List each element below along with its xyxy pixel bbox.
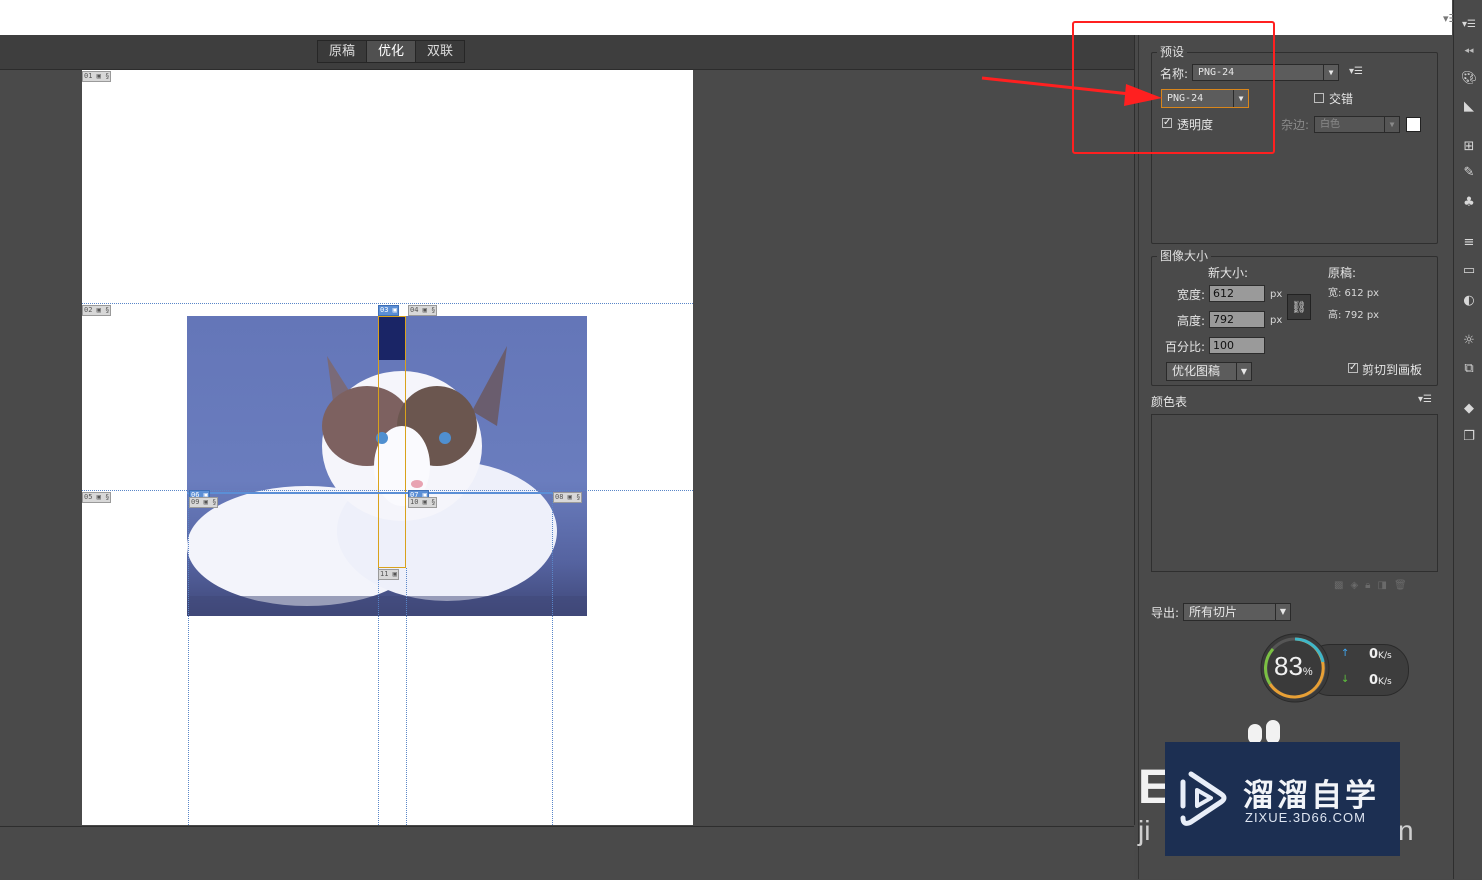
layers-icon[interactable]: ◆ (1461, 402, 1477, 416)
color-table-title: 颜色表 (1151, 395, 1188, 409)
quality-dropdown[interactable]: 优化图稿 ▼ (1166, 362, 1252, 381)
original-height: 高: 792 px (1328, 310, 1380, 321)
link-icon[interactable]: ⛓ (1287, 294, 1311, 320)
slice-tag-02[interactable]: 02 ▣ § (82, 305, 112, 316)
matte-color-swatch[interactable] (1406, 117, 1421, 132)
watermark: 溜溜自学 ZIXUE.3D66.COM (1165, 742, 1400, 856)
chevron-down-icon: ▼ (1323, 65, 1338, 80)
width-input[interactable]: 612 (1209, 285, 1265, 302)
status-bar (0, 826, 1134, 880)
slice-guide-h3 (187, 492, 553, 494)
slice-tag-11[interactable]: 11 ▣ (378, 569, 399, 580)
color-table-menu-icon[interactable]: ▾☰ (1418, 394, 1432, 405)
chevron-down-icon: ▼ (1384, 117, 1399, 132)
matte-dropdown[interactable]: 白色 ▼ (1314, 116, 1400, 133)
percent-input[interactable]: 100 (1209, 337, 1265, 354)
gradient-icon[interactable]: ▭ (1461, 264, 1477, 278)
network-speed-widget[interactable]: 83% ↑ ↓ 0K/s 0K/s (1259, 632, 1409, 704)
slice-tag-03[interactable]: 03 ▣ (378, 305, 399, 316)
clip-artboard-label: 剪切到画板 (1362, 363, 1423, 377)
view-tab-bar (0, 35, 1134, 70)
upload-speed: 0K/s (1369, 647, 1392, 662)
clip-artboard-checkbox[interactable]: ✓ (1348, 363, 1358, 373)
right-tool-strip: ▾☰ ◂◂ 🎨︎ ◣ ⊞ ✎ ♣ ≡ ▭ ◐ ☼ ⧉ ◆ ❐ (1453, 0, 1482, 879)
width-label: 宽度: (1177, 288, 1206, 302)
paw-logo (1238, 720, 1298, 744)
export-label: 导出: (1151, 606, 1180, 620)
grid-icon[interactable]: ⊞ (1461, 140, 1477, 154)
transform-icon[interactable]: ⧉ (1461, 362, 1477, 376)
slice-guide-h1 (82, 303, 693, 304)
club-icon[interactable]: ♣ (1461, 196, 1477, 210)
brush-icon[interactable]: ✎ (1461, 166, 1477, 180)
trash-icon[interactable]: 🗑︎ (1394, 580, 1414, 591)
tab-2up[interactable]: 双联 (416, 41, 464, 62)
slice-tag-05[interactable]: 05 ▣ § (82, 492, 112, 503)
slice-guide-v1 (188, 490, 189, 825)
export-dropdown[interactable]: 所有切片 ▼ (1183, 603, 1291, 621)
slice-tag-01[interactable]: 01 ▣ § (82, 71, 112, 82)
slice-guide-v2 (378, 568, 379, 825)
panel-menu-icon[interactable]: ▾☰ (1461, 18, 1477, 32)
upload-arrow-icon: ↑ (1341, 648, 1350, 659)
interlaced-label: 交错 (1329, 92, 1354, 106)
tab-original[interactable]: 原稿 (318, 41, 368, 62)
original-size-label: 原稿: (1328, 266, 1357, 280)
color-table-actions: ▩◈🔒︎◨🗑︎ (1334, 580, 1414, 591)
collapse-icon[interactable]: ◂◂ (1461, 44, 1477, 58)
stroke-icon[interactable]: ≡ (1461, 236, 1477, 250)
slice-tag-08[interactable]: 08 ▣ § (553, 492, 583, 503)
height-label: 高度: (1177, 314, 1206, 328)
download-speed: 0K/s (1369, 673, 1392, 688)
image-size-title: 图像大小 (1157, 247, 1212, 264)
width-unit: px (1270, 289, 1283, 300)
slice-guide-v3 (406, 568, 407, 825)
chevron-down-icon: ▼ (1236, 363, 1251, 380)
slice-guide-v4 (552, 490, 553, 825)
original-width: 宽: 612 px (1328, 288, 1380, 299)
annotation-arrow-icon (981, 76, 1162, 106)
gauge-percent-value: 83 (1274, 651, 1303, 681)
play-logo-icon (1180, 771, 1227, 826)
chevron-down-icon: ▼ (1275, 604, 1290, 620)
gauge-percent-sign: % (1302, 666, 1313, 678)
watermark-url: ZIXUE.3D66.COM (1245, 810, 1366, 825)
selected-slice-03[interactable] (378, 316, 406, 568)
interlaced-checkbox[interactable] (1314, 93, 1324, 103)
web-snap-icon[interactable]: ▩ (1334, 580, 1350, 591)
palette-icon[interactable]: 🎨︎ (1461, 72, 1478, 86)
height-input[interactable]: 792 (1209, 311, 1265, 328)
color-table[interactable] (1151, 414, 1438, 572)
ji-logo: ji (1138, 815, 1151, 846)
transparency-icon[interactable]: ◐ (1461, 294, 1477, 308)
view-tabs: 原稿 优化 双联 (317, 40, 466, 63)
lock-icon[interactable]: 🔒︎ (1365, 580, 1377, 591)
watermark-brand: 溜溜自学 (1243, 778, 1379, 814)
height-unit: px (1270, 315, 1283, 326)
slice-guide-h2 (82, 490, 693, 491)
appearance-icon[interactable]: ☼ (1461, 334, 1477, 348)
tab-optimized[interactable]: 优化 (367, 41, 417, 62)
slice-tag-04[interactable]: 04 ▣ § (408, 305, 438, 316)
gradient-shape-icon[interactable]: ◣ (1461, 100, 1477, 114)
gauge-percent: 83% (1274, 651, 1313, 682)
new-color-icon[interactable]: ◨ (1377, 580, 1393, 591)
new-size-label: 新大小: (1208, 266, 1249, 280)
slice-tag-10[interactable]: 10 ▣ § (408, 497, 438, 508)
matte-label: 杂边: (1281, 118, 1310, 132)
slice-tag-09[interactable]: 09 ▣ § (189, 497, 219, 508)
artboards-icon[interactable]: ❐ (1461, 430, 1477, 444)
download-arrow-icon: ↓ (1341, 674, 1350, 685)
percent-label: 百分比: (1165, 340, 1206, 354)
n-logo: n (1398, 815, 1414, 846)
preset-menu-icon[interactable]: ▾☰ (1349, 66, 1363, 77)
cube-icon[interactable]: ◈ (1350, 580, 1365, 591)
